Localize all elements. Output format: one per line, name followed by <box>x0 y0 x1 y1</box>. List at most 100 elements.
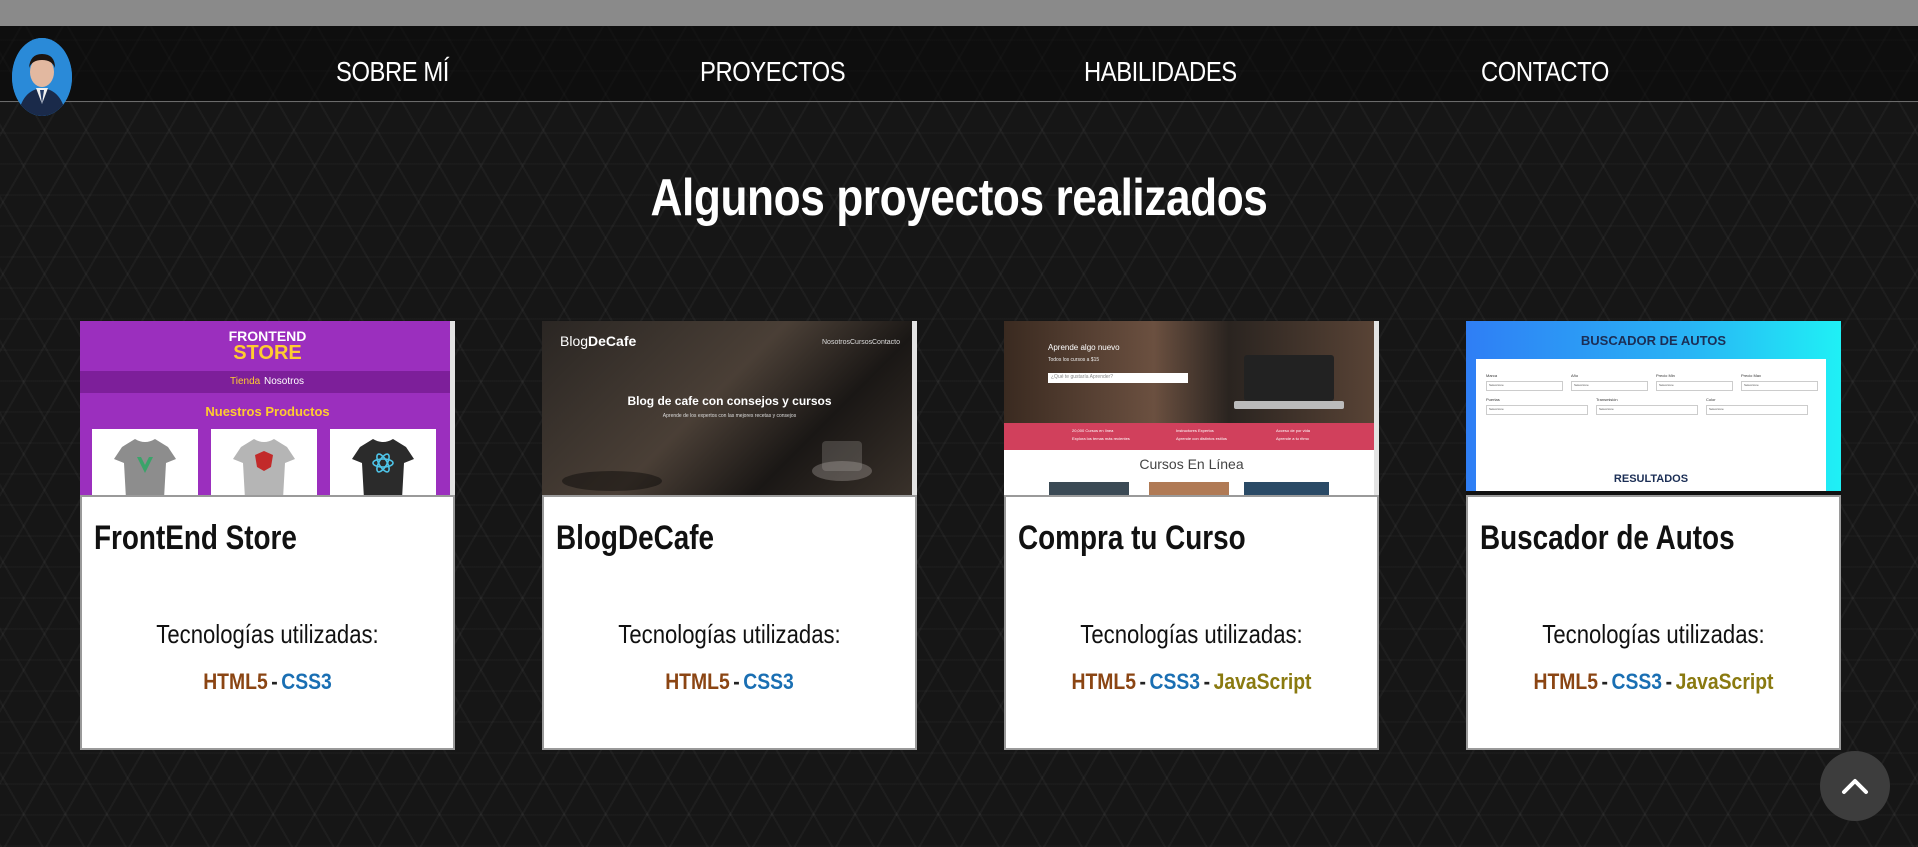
thumb-select: Seleccione <box>1656 381 1733 391</box>
nav-link-sobre-mi[interactable]: SOBRE MÍ <box>336 56 449 88</box>
tech-list: HTML5- CSS3 <box>104 669 430 695</box>
tshirt-icon <box>114 439 176 495</box>
thumb-course-image <box>1149 482 1229 495</box>
thumb-feature: Acceso de por vida <box>1276 428 1311 433</box>
tech-html5: HTML5 <box>665 669 730 694</box>
thumb-field-label: Precio Min <box>1656 373 1675 378</box>
tech-separator: - <box>1601 669 1608 694</box>
tech-javascript: JavaScript <box>1213 669 1312 694</box>
thumb-feature: 20,000 Cursos en línea <box>1072 428 1114 433</box>
thumb-product <box>211 429 317 495</box>
tech-list: HTML5- CSS3 <box>566 669 892 695</box>
thumb-nav-item: Tienda <box>230 376 261 387</box>
nav-link-proyectos[interactable]: PROYECTOS <box>700 56 846 88</box>
tech-html5: HTML5 <box>203 669 268 694</box>
thumb-select: Seleccione <box>1571 381 1648 391</box>
project-title: Buscador de Autos <box>1480 519 1735 557</box>
thumb-select-value: Seleccione <box>1744 383 1759 387</box>
thumb-nav-bar: Tienda Nosotros <box>80 371 455 393</box>
tech-css3: CSS3 <box>1611 669 1663 694</box>
thumb-select-value: Seleccione <box>1574 383 1589 387</box>
laptop-icon <box>1234 355 1344 409</box>
thumb-feature: Aprende con distintos estilos <box>1176 436 1227 441</box>
project-info: Buscador de Autos Tecnologías utilizadas… <box>1466 495 1841 750</box>
thumb-select-value: Seleccione <box>1489 407 1504 411</box>
tech-label: Tecnologías utilizadas: <box>1542 619 1765 649</box>
project-info: Compra tu Curso Tecnologías utilizadas: … <box>1004 495 1379 750</box>
project-info: FrontEnd Store Tecnologías utilizadas: H… <box>80 495 455 750</box>
project-title: BlogDeCafe <box>556 519 715 557</box>
tech-separator: - <box>1203 669 1211 694</box>
thumb-select-value: Seleccione <box>1659 383 1674 387</box>
top-strip <box>0 0 1918 26</box>
thumb-feature: Instructores Expertos <box>1176 428 1214 433</box>
thumb-feature: Explora los temas más recientes <box>1072 436 1130 441</box>
project-card-compra-tu-curso[interactable]: Aprende algo nuevo Todos los cursos a $1… <box>1004 321 1379 751</box>
thumb-select: Seleccione <box>1706 405 1808 415</box>
project-card-blogdecafe[interactable]: BlogDeCafe Nosotros Cursos Contacto Blog… <box>542 321 917 751</box>
navbar: SOBRE MÍ PROYECTOS HABILIDADES CONTACTO <box>0 26 1918 116</box>
avatar[interactable] <box>12 38 72 116</box>
tech-javascript: JavaScript <box>1675 669 1774 694</box>
project-thumbnail[interactable]: BlogDeCafe Nosotros Cursos Contacto Blog… <box>542 321 917 495</box>
tshirt-icon <box>233 439 295 495</box>
tech-label: Tecnologías utilizadas: <box>618 619 841 649</box>
thumb-brand-line1: FRONTEND <box>228 328 307 344</box>
section-title: Algunos proyectos realizados <box>650 169 1268 227</box>
thumb-field-label: Año <box>1571 373 1579 378</box>
tech-css3: CSS3 <box>281 669 332 694</box>
thumb-product <box>92 429 198 495</box>
thumb-select-value: Seleccione <box>1599 407 1614 411</box>
project-thumbnail[interactable]: BUSCADOR DE AUTOS Marca Año Precio Min P… <box>1466 321 1841 495</box>
thumb-field-label: Transmisión <box>1596 397 1618 402</box>
tech-separator: - <box>271 669 278 694</box>
thumb-heading: BUSCADOR DE AUTOS <box>1580 333 1727 348</box>
thumb-field-label: Color <box>1706 397 1716 402</box>
thumb-course-image <box>1244 482 1329 495</box>
project-title: FrontEnd Store <box>94 519 297 557</box>
thumb-field-label: Puertas <box>1486 397 1500 402</box>
tech-label: Tecnologías utilizadas: <box>1080 619 1303 649</box>
thumb-select-value: Seleccione <box>1709 407 1724 411</box>
thumb-scrollbar <box>1374 321 1379 495</box>
tshirt-icon <box>352 439 414 495</box>
project-info: BlogDeCafe Tecnologías utilizadas: HTML5… <box>542 495 917 750</box>
thumb-scrollbar <box>912 321 917 495</box>
thumb-brand-line2: STORE <box>233 342 302 364</box>
nav-link-contacto[interactable]: CONTACTO <box>1481 56 1609 88</box>
tech-list: HTML5- CSS3- JavaScript <box>1490 669 1816 695</box>
thumb-course-image <box>1049 482 1129 495</box>
coffee-scene <box>562 441 872 491</box>
project-thumbnail[interactable]: Aprende algo nuevo Todos los cursos a $1… <box>1004 321 1379 495</box>
thumb-select: Seleccione <box>1486 405 1588 415</box>
thumb-nav-item: Nosotros <box>264 376 305 387</box>
tech-css3: CSS3 <box>1149 669 1201 694</box>
chevron-up-icon <box>1842 779 1868 794</box>
thumb-feature: Aprende a tu ritmo <box>1276 436 1309 441</box>
project-card-frontend-store[interactable]: FRONTEND STORE Tienda Nosotros Nuestros … <box>80 321 455 751</box>
project-thumbnail[interactable]: FRONTEND STORE Tienda Nosotros Nuestros … <box>80 321 455 495</box>
thumb-product <box>330 429 436 495</box>
thumb-heading: Nuestros Productos <box>205 404 330 419</box>
thumb-results: RESULTADOS <box>1613 473 1689 485</box>
tech-separator: - <box>1139 669 1146 694</box>
thumb-hero-sub: Todos los cursos a $15 <box>1048 357 1100 363</box>
tech-html5: HTML5 <box>1071 669 1137 694</box>
thumb-hero-title: Aprende algo nuevo <box>1048 343 1120 352</box>
tech-separator: - <box>733 669 740 694</box>
back-to-top-button[interactable] <box>1820 751 1890 821</box>
thumb-search: ¿Qué te gustaría Aprender? <box>1048 373 1188 383</box>
thumb-form: Marca Año Precio Min Precio Max Seleccio… <box>1476 359 1826 493</box>
profile-photo <box>12 38 72 116</box>
tech-css3: CSS3 <box>743 669 794 694</box>
thumb-features: 20,000 Cursos en línea Explora los temas… <box>1004 423 1379 450</box>
nav-link-habilidades[interactable]: HABILIDADES <box>1084 56 1237 88</box>
tech-label: Tecnologías utilizadas: <box>156 619 379 649</box>
thumb-select: Seleccione <box>1486 381 1563 391</box>
thumb-field-label: Marca <box>1486 373 1498 378</box>
project-card-buscador-de-autos[interactable]: BUSCADOR DE AUTOS Marca Año Precio Min P… <box>1466 321 1841 751</box>
thumb-select: Seleccione <box>1596 405 1698 415</box>
thumb-scrollbar <box>450 321 455 495</box>
thumb-hero: Aprende algo nuevo Todos los cursos a $1… <box>1004 321 1379 423</box>
thumb-field-label: Precio Max <box>1741 373 1762 378</box>
